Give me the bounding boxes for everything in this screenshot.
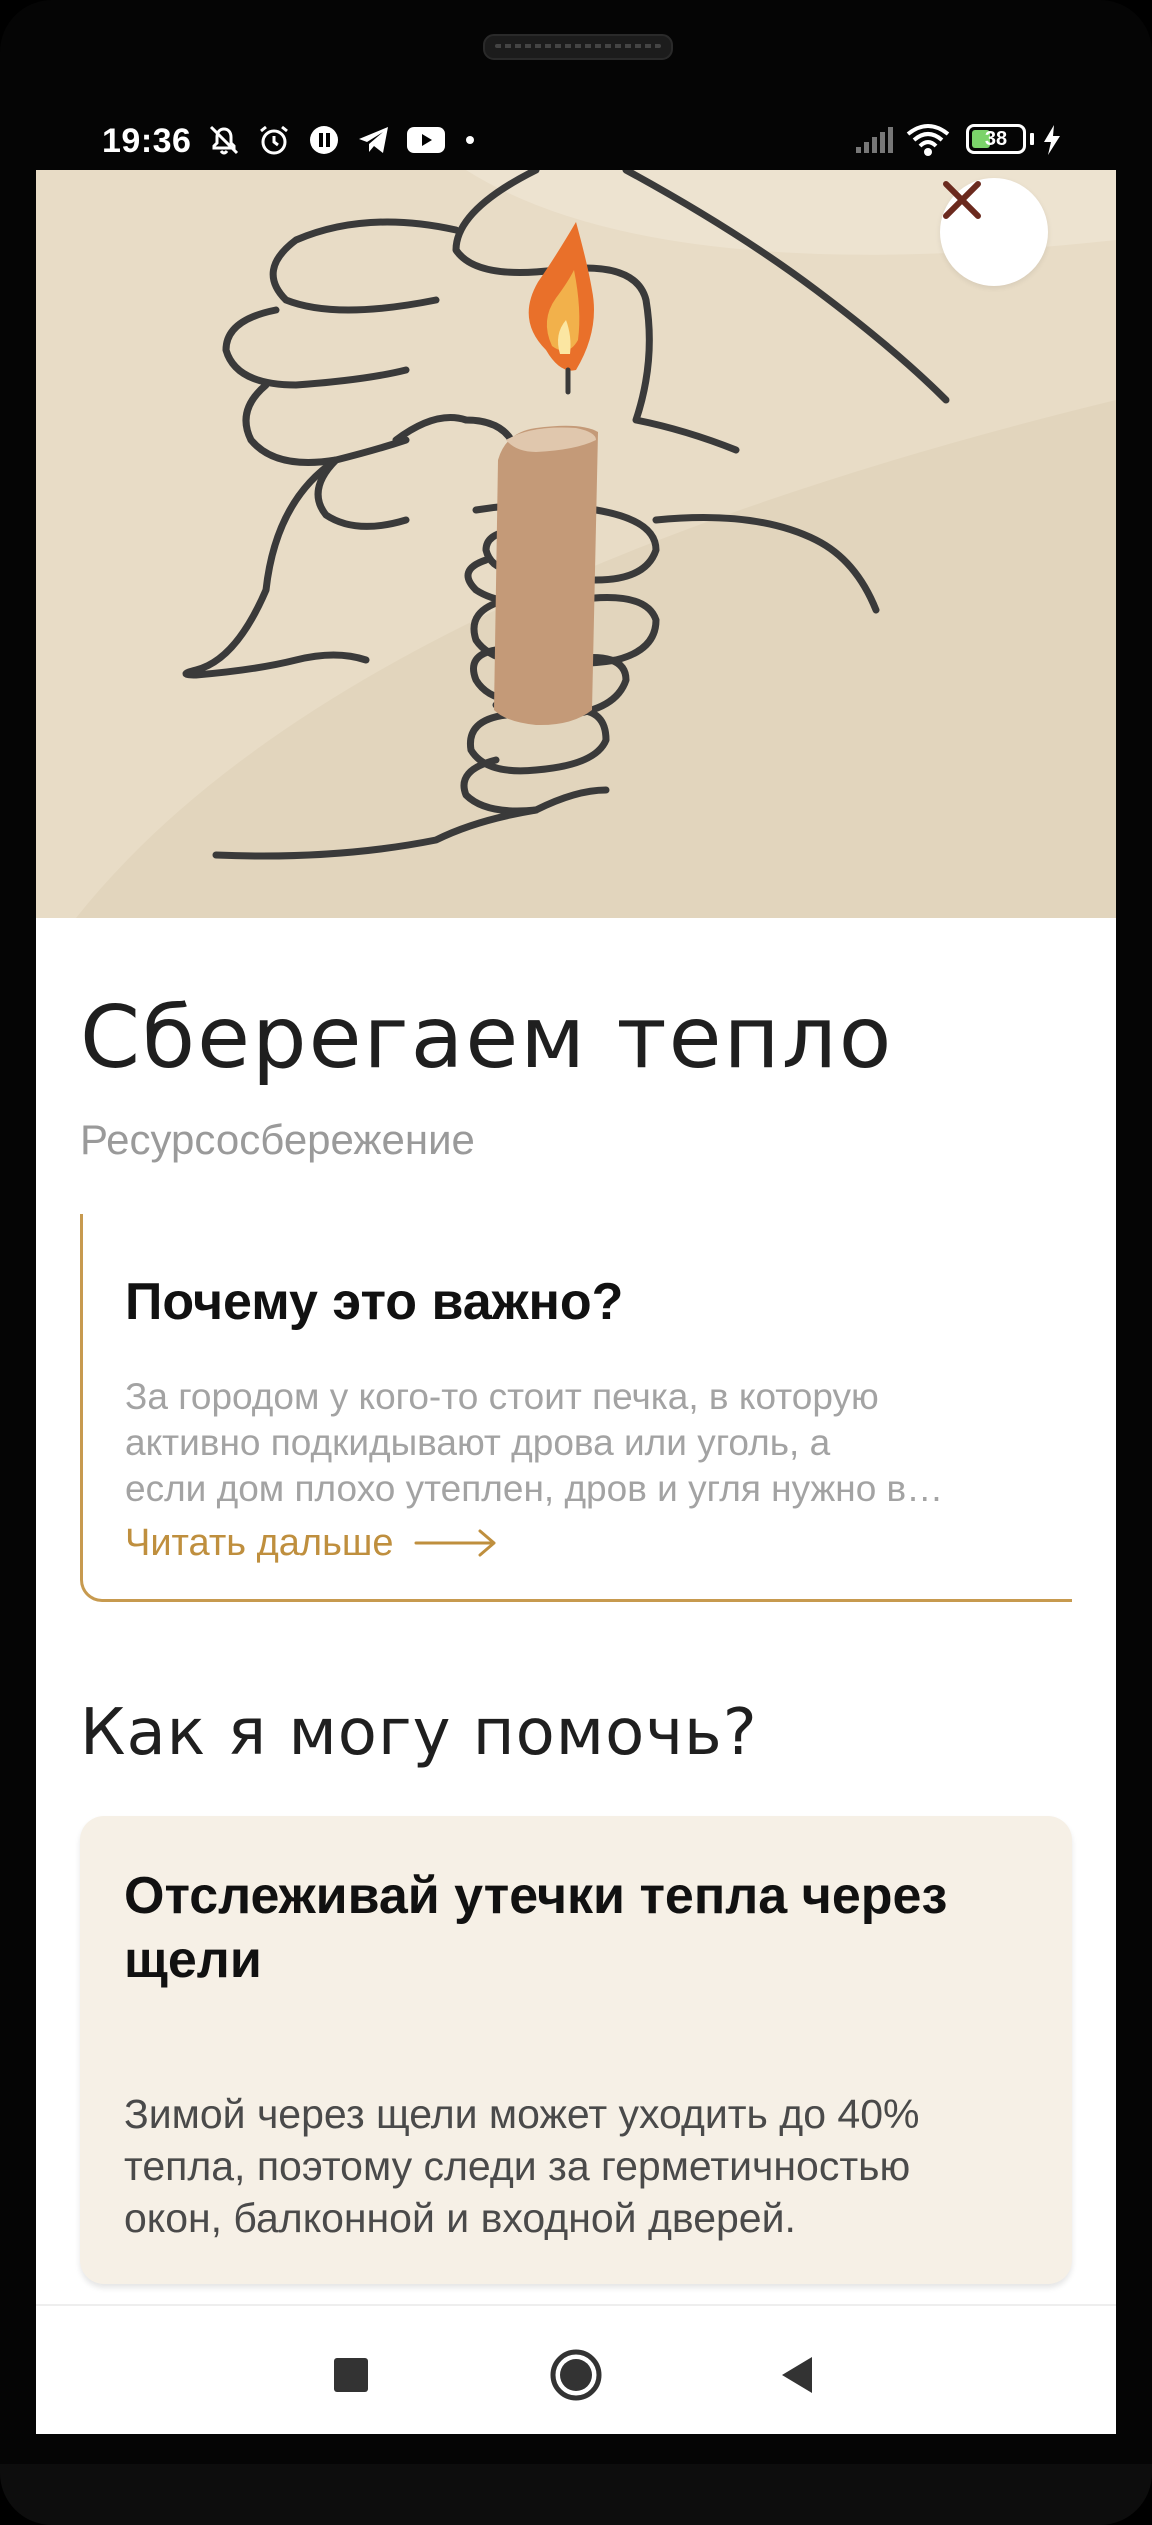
why-important-card: Почему это важно? За городом у кого-то с…: [80, 1214, 1072, 1602]
app-screen: Сберегаем тепло Ресурсосбережение Почему…: [36, 170, 1116, 2434]
why-text-line: За городом у кого-то стоит печка, в кото…: [125, 1376, 879, 1417]
category-label: Ресурсосбережение: [80, 1116, 475, 1163]
why-text-line: если дом плохо утеплен, дров и угля нужн…: [125, 1468, 944, 1509]
read-more-label: Читать дальше: [125, 1521, 394, 1564]
hero-illustration: [36, 170, 1116, 918]
tip-card[interactable]: Отслеживай утечки тепла через щели Зимой…: [80, 1816, 1072, 2284]
triangle-back-icon: [782, 2357, 812, 2393]
signal-icon: [852, 122, 896, 158]
close-icon: [943, 181, 981, 219]
help-section-title: Как я могу помочь?: [80, 1696, 758, 1770]
battery-percent: 38: [984, 128, 1008, 150]
home-button[interactable]: [541, 2340, 611, 2410]
telegram-icon: [354, 122, 394, 158]
tip-title: Отслеживай утечки тепла через щели: [124, 1867, 948, 1989]
close-button[interactable]: [940, 178, 1048, 286]
system-navigation-bar: [36, 2304, 1116, 2434]
why-text-line: активно подкидывают дрова или уголь, а: [125, 1422, 831, 1463]
back-button[interactable]: [761, 2340, 831, 2410]
phone-frame: 19:36 38 Сберегаем тепло Ресурсосбережен…: [0, 0, 1152, 2525]
mute-bell-icon: [204, 122, 244, 158]
battery-cap: [1030, 133, 1034, 145]
status-bar: 19:36 38: [36, 108, 1116, 172]
tip-text-line: окон, балконной и входной дверей.: [124, 2195, 796, 2241]
tip-text-line: тепла, поэтому следи за герметичностью: [124, 2143, 911, 2189]
arrow-right-icon: [414, 1529, 495, 1557]
alarm-icon: [254, 122, 294, 158]
bottom-bezel: [0, 2464, 1152, 2525]
square-icon: [334, 2358, 368, 2392]
circle-icon: [550, 2349, 602, 2401]
youtube-icon: [404, 122, 448, 158]
battery-icon: 38: [966, 124, 1026, 154]
page-title: Сберегаем тепло: [80, 988, 894, 1088]
read-more-link[interactable]: Читать дальше: [125, 1520, 498, 1566]
tip-text-line: Зимой через щели может уходить до 40%: [124, 2091, 920, 2137]
hands-candle-illustration: [76, 170, 1116, 918]
why-title: Почему это важно?: [125, 1273, 624, 1331]
why-text: За городом у кого-то стоит печка, в кото…: [125, 1374, 1065, 1512]
recent-apps-button[interactable]: [316, 2340, 386, 2410]
status-time: 19:36: [102, 122, 192, 160]
wifi-icon: [904, 122, 952, 158]
dot-icon: [462, 122, 478, 158]
charging-icon: [1040, 122, 1064, 158]
tip-text: Зимой через щели может уходить до 40% те…: [124, 2088, 1044, 2244]
pause-icon: [304, 122, 344, 158]
speaker-grill: [495, 44, 661, 48]
earpiece-speaker: [483, 34, 673, 60]
